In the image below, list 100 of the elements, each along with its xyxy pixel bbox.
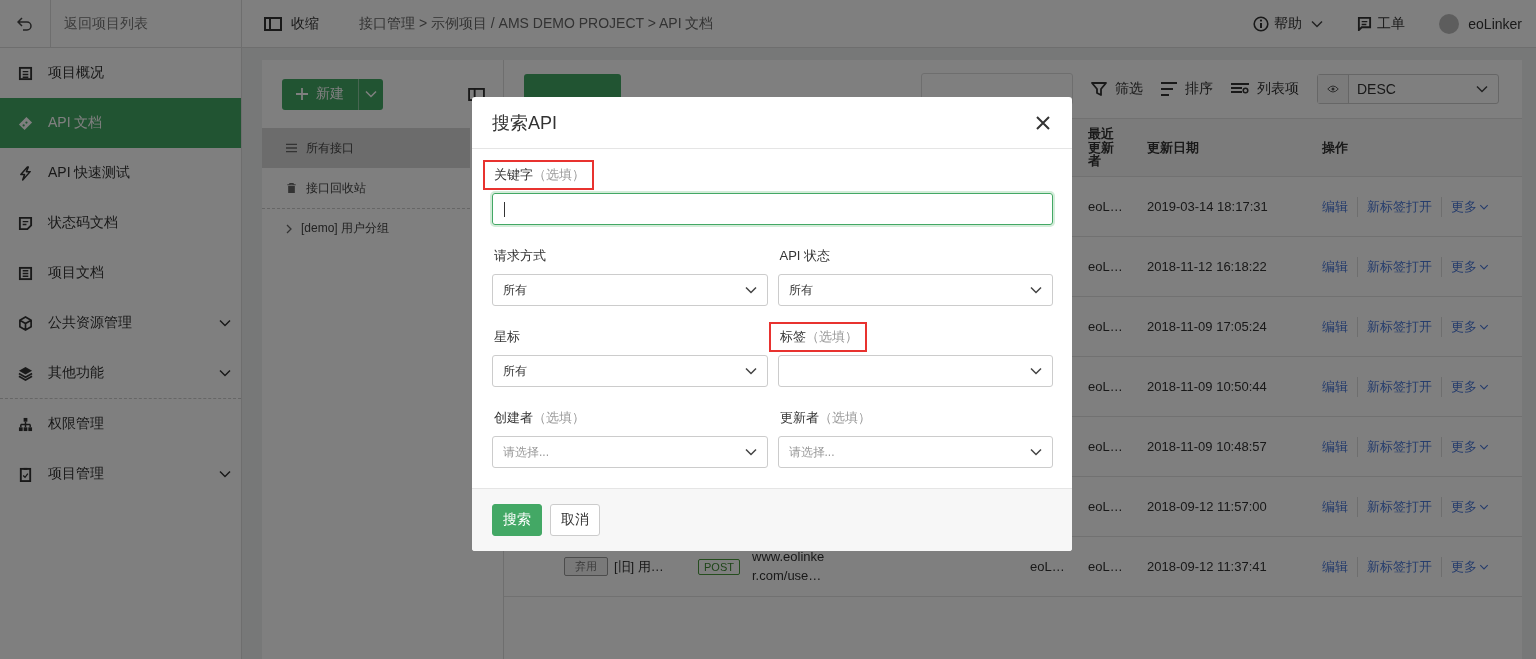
sidebar-item[interactable]: 其他功能 [0, 348, 241, 398]
plus-icon [296, 88, 308, 100]
action-link[interactable]: 更多 [1451, 257, 1489, 276]
chevron-right-icon [286, 223, 292, 234]
select-field[interactable]: 所有 [492, 274, 768, 306]
chevron-down-icon [219, 470, 231, 478]
order-select[interactable]: DESC [1317, 74, 1499, 104]
chevron-down-icon [1311, 19, 1324, 28]
select-field[interactable]: 请选择... [492, 436, 768, 468]
chevron-down-icon [219, 319, 231, 327]
table-cell: eoL… [1088, 199, 1123, 214]
undo-arrow-icon [17, 16, 33, 31]
table-cell: 2018-11-09 10:48:57 [1147, 439, 1267, 454]
chevron-down-icon [1479, 203, 1489, 210]
close-icon[interactable] [1036, 115, 1050, 130]
action-link[interactable]: 编辑 [1322, 257, 1348, 276]
action-link[interactable]: 新标签打开 [1367, 497, 1432, 516]
action-link[interactable]: 编辑 [1322, 497, 1348, 516]
action-link[interactable]: 更多 [1451, 317, 1489, 336]
action-link[interactable]: 编辑 [1322, 377, 1348, 396]
chevron-down-icon [1030, 286, 1042, 294]
table-cell: eoL… [1030, 559, 1065, 574]
select-field[interactable]: 所有 [492, 355, 768, 387]
select-field[interactable]: 所有 [777, 274, 1053, 306]
sidebar-item[interactable]: 权限管理 [0, 399, 241, 449]
column-header: 操作 [1322, 138, 1349, 157]
action-link[interactable]: 更多 [1451, 377, 1489, 396]
back-link[interactable]: 返回项目列表 [64, 14, 148, 33]
table-cell: eoL… [1088, 439, 1123, 454]
note-icon [1357, 16, 1373, 31]
table-icon [18, 65, 33, 81]
tag-icon [18, 115, 33, 131]
field-label: 标签 [779, 328, 806, 346]
sidebar-item[interactable]: 项目文档 [0, 248, 241, 298]
table-cell: 2018-09-12 11:57:00 [1147, 499, 1267, 514]
help-menu[interactable]: 帮助 [1253, 14, 1324, 33]
chevron-down-icon [1479, 323, 1489, 330]
table-cell: eoL… [1088, 559, 1123, 574]
chevron-down-icon [1479, 443, 1489, 450]
list-icon [286, 143, 297, 153]
info-icon [1253, 15, 1270, 32]
group-item[interactable]: 接口回收站 [262, 168, 470, 208]
sidebar-item[interactable]: 状态码文档 [0, 198, 241, 248]
sidebar-item[interactable]: 项目概况 [0, 48, 241, 98]
search-button[interactable]: 搜索 [492, 504, 542, 536]
action-link[interactable]: 新标签打开 [1367, 437, 1432, 456]
user-menu[interactable]: eoLinker [1439, 13, 1522, 34]
sidebar-item[interactable]: 公共资源管理 [0, 298, 241, 348]
select-field[interactable] [777, 355, 1053, 387]
filter-icon [1091, 81, 1107, 97]
sidebar-toggle-icon [264, 16, 282, 31]
toolbar-button[interactable]: 筛选 [1091, 80, 1143, 98]
hierarchy-icon [18, 416, 33, 432]
optional-hint: （选填） [533, 409, 585, 427]
avatar [1439, 13, 1460, 34]
collapse-button[interactable]: 收缩 [264, 14, 319, 33]
lines-icon [1161, 82, 1177, 96]
field-label: 星标 [494, 328, 520, 346]
chevron-down-icon [744, 448, 757, 456]
table-cell: 2018-09-12 11:37:41 [1147, 559, 1267, 574]
table-cell: eoL… [1088, 319, 1123, 334]
sidebar-item[interactable]: API 文档 [0, 98, 241, 148]
cancel-button[interactable]: 取消 [550, 504, 600, 536]
new-button[interactable]: 新建 [282, 78, 383, 110]
sidebar-item[interactable]: 项目管理 [0, 449, 241, 499]
cube-icon [18, 315, 33, 331]
sidebar-item[interactable]: API 快速测试 [0, 148, 241, 198]
action-link[interactable]: 更多 [1451, 197, 1489, 216]
bolt-icon [18, 165, 33, 181]
field-label: 更新者 [779, 409, 819, 427]
action-link[interactable]: 编辑 [1322, 317, 1348, 336]
chevron-down-icon [744, 367, 757, 375]
action-link[interactable]: 新标签打开 [1367, 197, 1432, 216]
field-label: 创建者 [494, 409, 533, 427]
chevron-down-icon [1030, 367, 1042, 375]
action-link[interactable]: 新标签打开 [1367, 377, 1432, 396]
action-link[interactable]: 编辑 [1322, 557, 1348, 576]
field-label: API 状态 [779, 247, 831, 265]
table-cell: 2019-03-14 18:17:31 [1147, 199, 1268, 214]
toolbar-button[interactable]: 排序 [1161, 80, 1213, 98]
tickets-button[interactable]: 工单 [1357, 14, 1406, 33]
action-link[interactable]: 编辑 [1322, 437, 1348, 456]
table-cell: eoL… [1088, 499, 1123, 514]
trash-icon [286, 183, 297, 193]
action-link[interactable]: 新标签打开 [1367, 317, 1432, 336]
action-link[interactable]: 新标签打开 [1367, 257, 1432, 276]
column-header: 更新日期 [1147, 138, 1200, 157]
select-field[interactable]: 请选择... [777, 436, 1053, 468]
action-link[interactable]: 更多 [1451, 557, 1489, 576]
action-link[interactable]: 更多 [1451, 437, 1489, 456]
chevron-down-icon [1030, 448, 1042, 456]
chevron-down-icon [219, 369, 231, 377]
input-field[interactable] [492, 193, 1053, 225]
group-item[interactable]: [demo] 用户分组 [262, 208, 470, 248]
toolbar-button[interactable]: 列表项 [1231, 80, 1299, 98]
action-link[interactable]: 编辑 [1322, 197, 1348, 216]
table-cell: eoL… [1088, 379, 1123, 394]
group-item[interactable]: 所有接口 [262, 128, 470, 168]
action-link[interactable]: 新标签打开 [1367, 557, 1432, 576]
action-link[interactable]: 更多 [1451, 497, 1489, 516]
